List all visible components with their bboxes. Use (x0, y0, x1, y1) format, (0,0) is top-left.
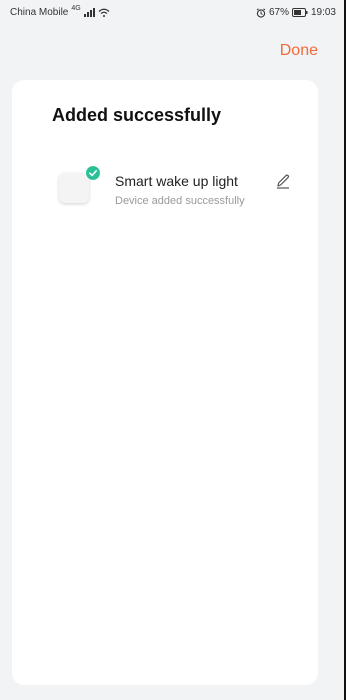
device-list-item[interactable]: Smart wake up light Device added success… (59, 166, 299, 217)
status-right-group: 67% 19:03 (256, 7, 336, 18)
alarm-icon (256, 7, 266, 18)
status-carrier-group: China Mobile 4G (10, 5, 110, 18)
done-button[interactable]: Done (280, 42, 318, 60)
device-status: Device added successfully (115, 195, 245, 207)
device-icon (59, 173, 89, 203)
success-check-icon (86, 166, 100, 180)
signal-icon (83, 8, 95, 17)
battery-percent: 67% (268, 7, 289, 18)
wifi-icon (98, 8, 110, 17)
page-title: Added successfully (52, 105, 222, 125)
edit-icon[interactable] (274, 172, 292, 190)
app-screen: China Mobile 4G 67% 19:03 Done Added suc… (0, 0, 346, 700)
battery-icon (291, 8, 308, 17)
carrier-name: China Mobile (10, 7, 69, 18)
network-type: 4G (71, 5, 81, 12)
status-time: 19:03 (310, 7, 336, 18)
status-bar: China Mobile 4G 67% 19:03 (0, 0, 346, 24)
device-name: Smart wake up light (115, 173, 238, 189)
result-card: Added successfully Smart wake up light D… (12, 80, 318, 685)
